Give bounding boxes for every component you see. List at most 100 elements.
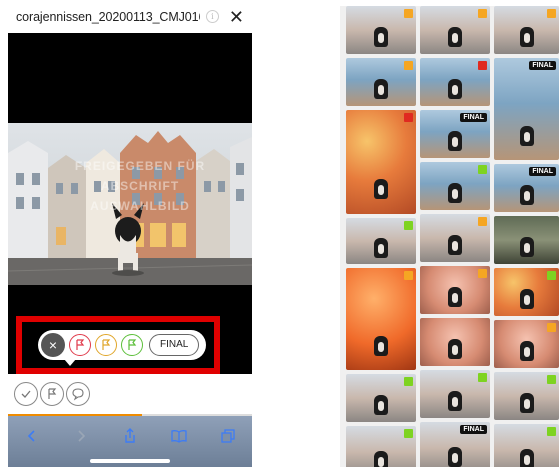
dog-figure	[519, 289, 534, 310]
comment-icon	[72, 388, 84, 401]
thumbnail[interactable]	[494, 424, 559, 467]
green-label-marker	[404, 429, 413, 438]
green-label-marker	[547, 271, 556, 280]
thumbnail[interactable]	[346, 426, 416, 467]
viewer-title-bar: corajennissen_20200113_CMJ016… i ✕	[8, 0, 252, 33]
check-icon	[21, 390, 31, 398]
yellow-flag-icon	[102, 339, 111, 350]
orange-label-marker	[478, 217, 487, 226]
dog-figure	[448, 287, 462, 308]
thumbnail[interactable]	[494, 6, 559, 54]
green-label-marker	[547, 375, 556, 384]
tabs-icon[interactable]	[218, 426, 238, 446]
green-flag-icon	[128, 339, 137, 350]
final-badge: FINAL	[460, 113, 487, 122]
orange-label-marker	[404, 271, 413, 280]
red-flag-button[interactable]	[69, 334, 91, 356]
file-title: corajennissen_20200113_CMJ016…	[16, 9, 200, 24]
thumbnail[interactable]	[494, 320, 559, 368]
watermark-line: AUSWAHLBILD	[90, 199, 190, 213]
green-label-marker	[478, 373, 487, 382]
dog-figure	[374, 395, 388, 416]
final-badge: FINAL	[529, 167, 556, 176]
forward-icon[interactable]	[71, 426, 91, 446]
thumbnail[interactable]	[420, 6, 490, 54]
dog-figure	[374, 237, 388, 258]
dog-figure	[448, 235, 462, 256]
comment-button[interactable]	[66, 382, 90, 406]
thumbnail[interactable]	[420, 214, 490, 262]
rating-controls-highlight: × FINAL	[16, 316, 220, 374]
thumbnail[interactable]: FINAL	[420, 110, 490, 158]
clear-rating-button[interactable]: ×	[41, 333, 65, 357]
green-label-marker	[404, 221, 413, 230]
main-photo[interactable]: FREIGEGEBEN FÜR ABSCHRIFT AUSWAHLBILD	[8, 123, 252, 285]
thumbnail[interactable]	[420, 370, 490, 418]
thumbnail[interactable]	[346, 110, 416, 214]
thumbnail[interactable]	[346, 58, 416, 106]
final-badge: FINAL	[460, 425, 487, 434]
thumbnail[interactable]	[346, 6, 416, 54]
dog-figure	[448, 79, 462, 100]
green-label-marker	[478, 165, 487, 174]
orange-label-marker	[404, 9, 413, 18]
flag-button[interactable]	[40, 382, 64, 406]
orange-label-marker	[404, 61, 413, 70]
photo-viewer: corajennissen_20200113_CMJ016… i ✕ FREIG…	[8, 0, 252, 467]
watermark-line: FREIGEGEBEN FÜR	[74, 159, 206, 173]
home-indicator	[90, 459, 170, 463]
orange-label-marker	[478, 9, 487, 18]
dog-figure	[519, 125, 534, 146]
green-label-marker	[547, 427, 556, 436]
rating-popover: × FINAL	[38, 330, 206, 360]
thumbnail[interactable]	[494, 268, 559, 316]
dog-figure	[519, 237, 534, 258]
dog-figure	[374, 335, 388, 356]
thumbnail[interactable]: FINAL	[494, 58, 559, 160]
thumbnail[interactable]	[494, 216, 559, 264]
approve-button[interactable]	[14, 382, 38, 406]
share-icon[interactable]	[120, 426, 140, 446]
dog-figure	[519, 393, 534, 414]
watermark-line: ABSCHRIFT	[100, 179, 180, 193]
dog-figure	[448, 131, 462, 152]
orange-label-marker	[547, 9, 556, 18]
red-label-marker	[404, 113, 413, 122]
green-flag-button[interactable]	[121, 334, 143, 356]
dog-figure	[448, 27, 462, 48]
info-icon[interactable]: i	[205, 10, 219, 23]
thumbnail[interactable]	[346, 374, 416, 422]
thumbnail-gallery: FINAL FINAL FINAL FINAL	[340, 6, 559, 467]
thumbnail[interactable]	[346, 218, 416, 264]
dog-figure	[374, 179, 388, 200]
thumbnail[interactable]: FINAL	[494, 164, 559, 212]
thumbnail[interactable]	[346, 268, 416, 370]
dog-figure	[374, 450, 388, 467]
back-icon[interactable]	[22, 426, 42, 446]
dog-figure	[448, 391, 462, 412]
flag-icon	[48, 388, 57, 399]
thumbnail[interactable]	[420, 58, 490, 106]
thumbnail[interactable]	[420, 318, 490, 366]
yellow-flag-button[interactable]	[95, 334, 117, 356]
red-flag-icon	[76, 339, 85, 350]
dog-figure	[374, 79, 388, 100]
green-label-marker	[404, 377, 413, 386]
dog-figure	[448, 183, 462, 204]
dog-figure	[519, 448, 534, 467]
red-label-marker	[478, 61, 487, 70]
thumbnail[interactable]	[420, 266, 490, 314]
dog-figure	[448, 339, 462, 360]
dog-figure	[448, 446, 462, 467]
thumbnail[interactable]: FINAL	[420, 422, 490, 467]
final-button[interactable]: FINAL	[149, 334, 200, 356]
thumbnail[interactable]	[494, 372, 559, 420]
close-icon[interactable]: ✕	[229, 8, 244, 26]
dog-figure	[519, 185, 534, 206]
dog-figure	[374, 27, 388, 48]
orange-label-marker	[478, 269, 487, 278]
bookmarks-icon[interactable]	[169, 426, 189, 446]
thumbnail[interactable]	[420, 162, 490, 210]
dog-figure	[519, 341, 534, 362]
dog-figure	[519, 27, 534, 48]
